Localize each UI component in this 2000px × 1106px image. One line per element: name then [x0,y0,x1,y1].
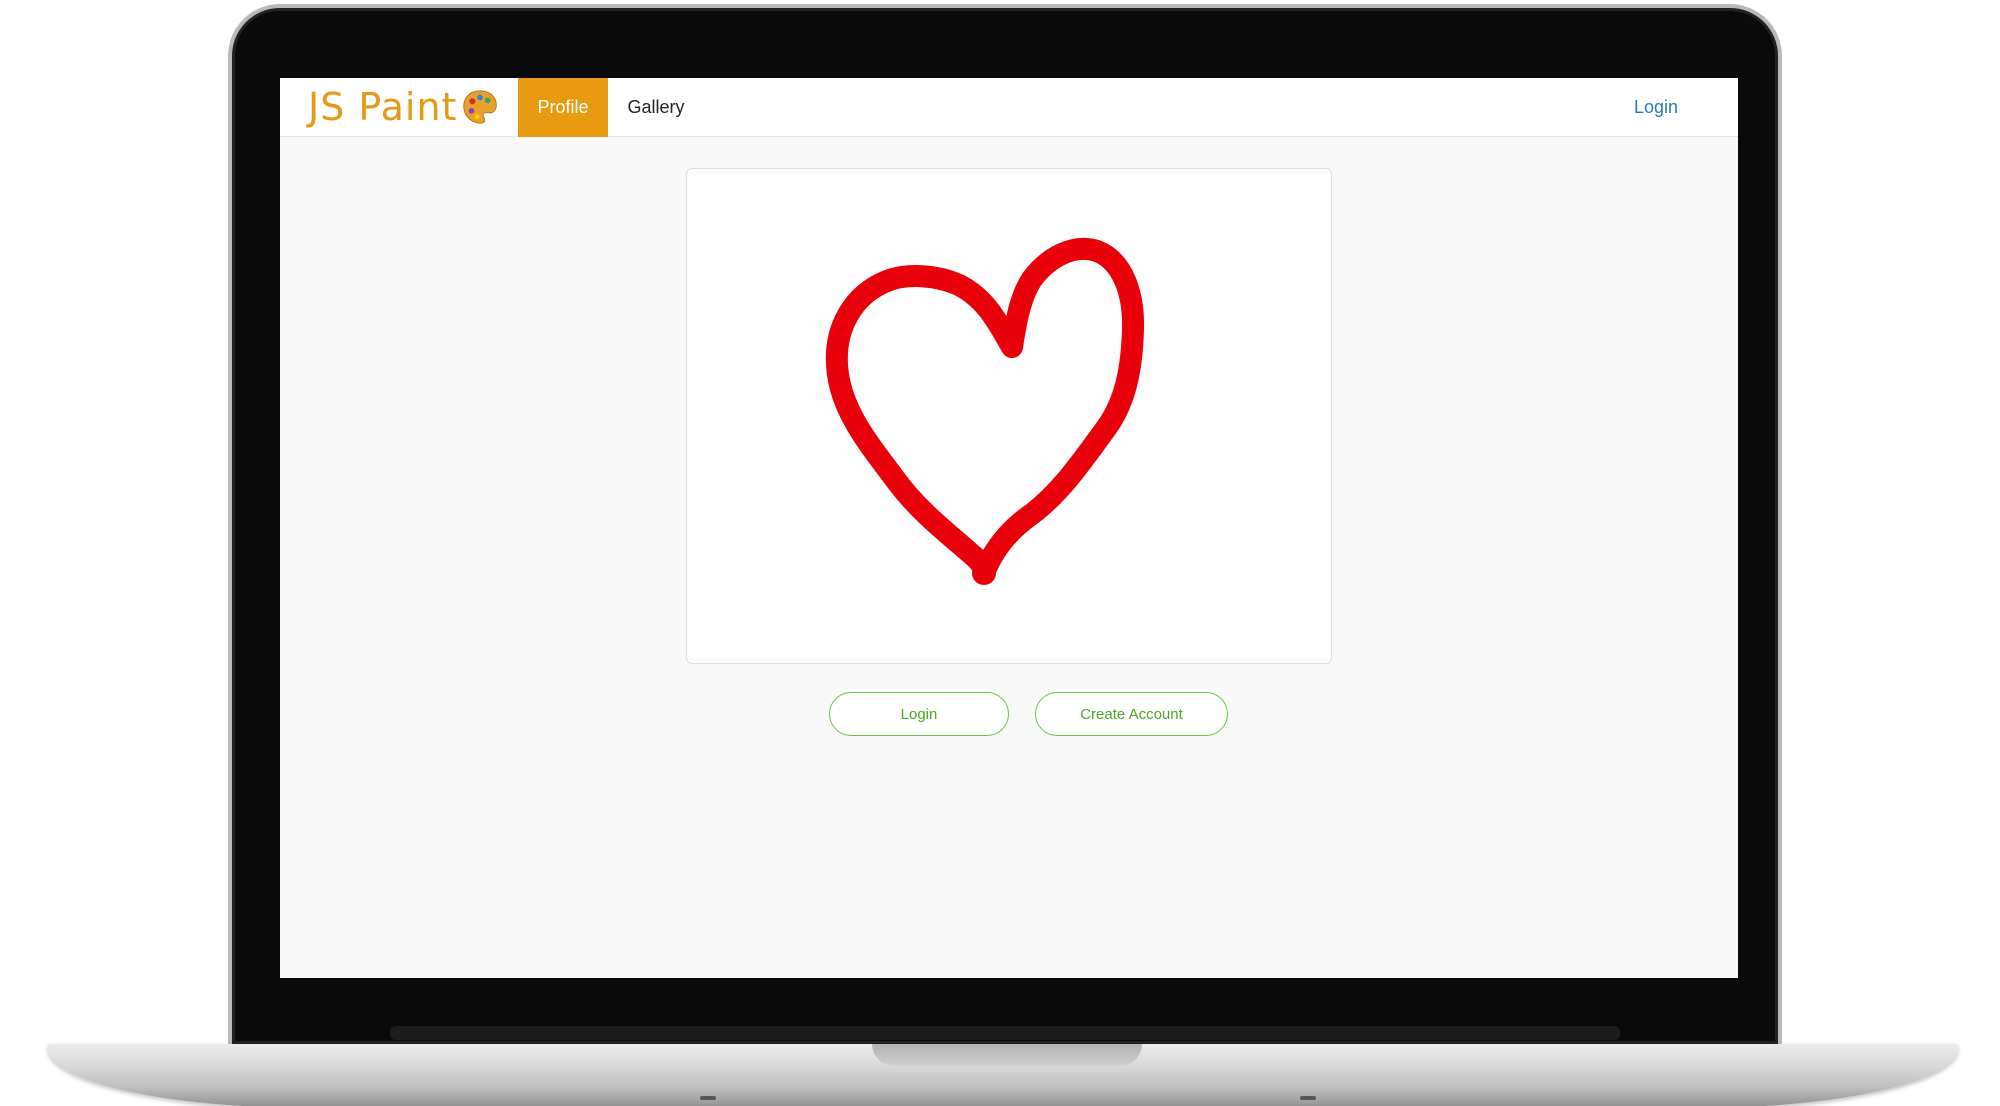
brand-name: JS Paint [308,85,458,129]
laptop-notch [872,1044,1142,1066]
create-account-button[interactable]: Create Account [1035,692,1228,736]
nav-login-link[interactable]: Login [1634,78,1678,137]
drawing-canvas[interactable] [686,168,1332,664]
palette-icon [463,90,498,124]
laptop-mockup: JS Paint Profile Gallery Login Login Cre… [0,0,2000,1106]
laptop-foot [1300,1096,1316,1100]
navbar: JS Paint Profile Gallery Login [280,78,1738,137]
brand-logo[interactable]: JS Paint [308,82,499,132]
tab-gallery[interactable]: Gallery [608,78,704,137]
app-screen: JS Paint Profile Gallery Login Login Cre… [280,78,1738,978]
laptop-hinge [390,1026,1620,1040]
heart-icon [825,238,1145,585]
laptop-foot [700,1096,716,1100]
login-button[interactable]: Login [829,692,1009,736]
tab-profile[interactable]: Profile [518,78,608,137]
